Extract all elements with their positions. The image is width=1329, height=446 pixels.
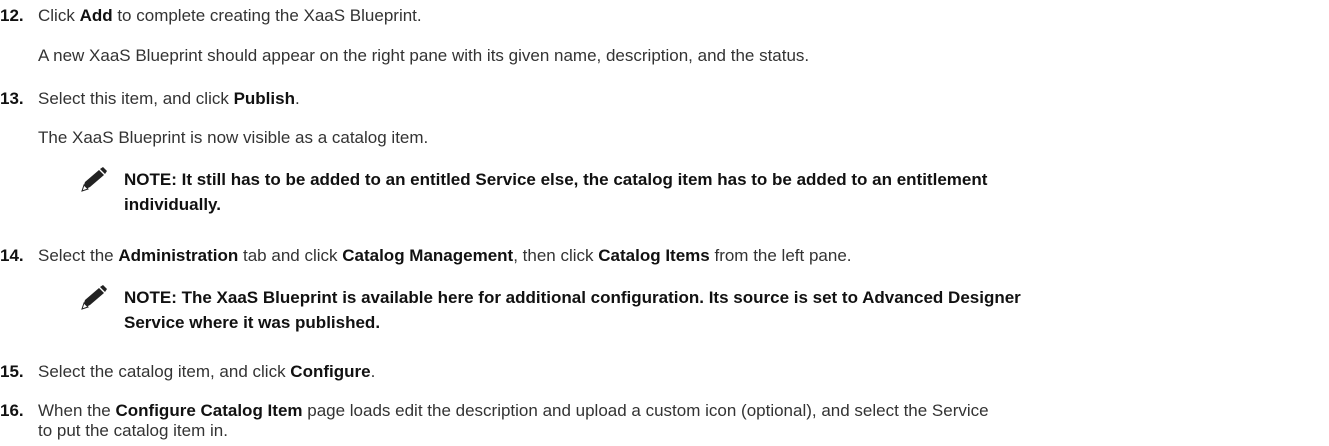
step-text: When the Configure Catalog Item page loa… bbox=[38, 401, 1300, 441]
ui-term: Add bbox=[79, 6, 113, 25]
step-text-run: Select the catalog item, and click bbox=[38, 362, 291, 381]
step-text-run: Click bbox=[38, 6, 80, 25]
step-text-run: to put the catalog item in. bbox=[38, 421, 228, 440]
step-text: Click Add to complete creating the XaaS … bbox=[38, 6, 1300, 26]
ui-term: Configure Catalog Item bbox=[115, 401, 303, 420]
ui-term: Administration bbox=[118, 246, 239, 265]
step-text-run: page loads edit the description and uplo… bbox=[302, 401, 989, 420]
step-text-run: Select the bbox=[38, 246, 119, 265]
step-text-run: . bbox=[294, 89, 300, 108]
step-text: Select the Administration tab and click … bbox=[38, 246, 1300, 266]
step-text-run: from the left pane. bbox=[709, 246, 852, 265]
step-text-run: , then click bbox=[513, 246, 599, 265]
ui-term: Catalog Management bbox=[342, 246, 514, 265]
step-13-result: The XaaS Blueprint is now visible as a c… bbox=[38, 128, 429, 147]
note-pencil-icon bbox=[81, 285, 107, 310]
ui-term: Publish bbox=[233, 89, 295, 108]
step-text-run: . bbox=[370, 362, 376, 381]
step-text-run: tab and click bbox=[238, 246, 343, 265]
step-text: Select this item, and click Publish. bbox=[38, 89, 1300, 109]
step-number: 15. bbox=[0, 362, 24, 381]
note-text: NOTE: It still has to be added to an ent… bbox=[124, 170, 988, 214]
step-number: 13. bbox=[0, 89, 24, 108]
step-text-run: to complete creating the XaaS Blueprint. bbox=[112, 6, 422, 25]
note-text: NOTE: The XaaS Blueprint is available he… bbox=[124, 288, 1021, 332]
step-text-run: When the bbox=[38, 401, 116, 420]
step-12-result: A new XaaS Blueprint should appear on th… bbox=[38, 46, 810, 65]
step-number: 16. bbox=[0, 401, 24, 420]
step-number: 12. bbox=[0, 6, 24, 25]
step-text-run: Select this item, and click bbox=[38, 89, 234, 108]
note-pencil-icon bbox=[81, 167, 107, 192]
step-text: Select the catalog item, and click Confi… bbox=[38, 362, 1300, 382]
ui-term: Configure bbox=[290, 362, 371, 381]
ui-term: Catalog Items bbox=[598, 246, 710, 265]
step-number: 14. bbox=[0, 246, 24, 265]
